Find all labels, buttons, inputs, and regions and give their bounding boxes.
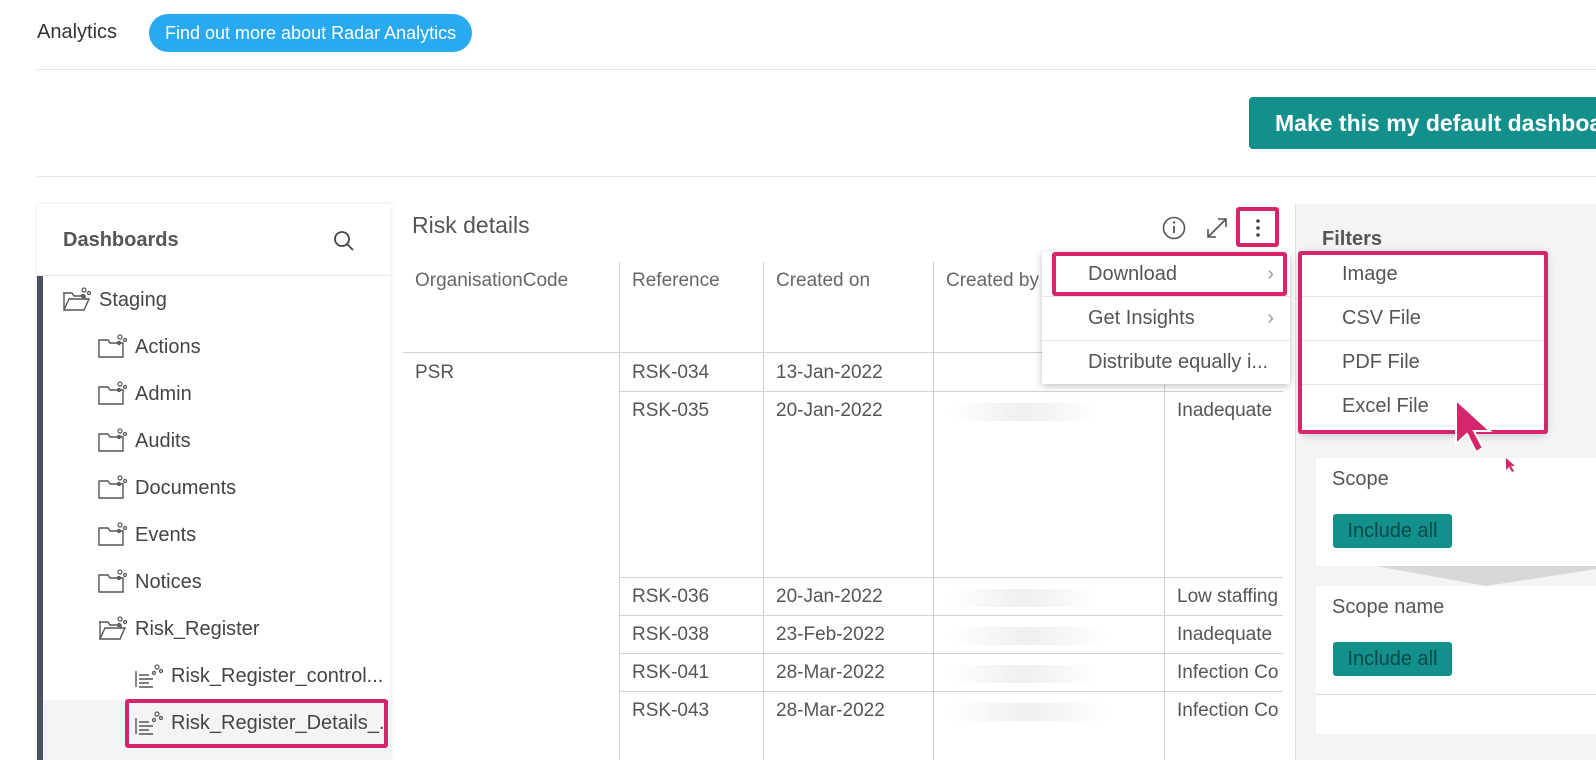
created-on-cell: 23-Feb-2022 (776, 624, 885, 645)
folder-share-icon (98, 475, 127, 499)
grid-line (619, 691, 1283, 692)
column-header[interactable]: OrganisationCode (403, 262, 619, 352)
sidebar-title: Dashboards (63, 229, 179, 251)
filter-card (1316, 694, 1596, 734)
description-cell: Inadequate (1177, 400, 1273, 421)
menu-item-distribute[interactable]: Distribute equally i... (1042, 340, 1290, 384)
filter-label: Scope name (1332, 596, 1445, 618)
grid-line (763, 262, 764, 760)
include-all-button[interactable]: Include all (1333, 514, 1452, 548)
scope-name-filter: Scope name Include all (1316, 586, 1596, 694)
default-dashboard-button[interactable]: Make this my default dashboard (1249, 97, 1596, 149)
redacted-text (948, 703, 1108, 721)
grid-line (619, 262, 620, 760)
redacted-text (948, 589, 1098, 607)
org-cell: PSR (415, 362, 455, 383)
description-cell: Inadequate (1177, 624, 1273, 645)
dashboard-share-icon (135, 664, 163, 688)
description-cell: Infection Co (1177, 700, 1279, 721)
filters-title: Filters (1322, 228, 1383, 250)
folder-open-share-icon (62, 287, 91, 311)
highlight-box (1298, 251, 1548, 434)
folder-share-icon (98, 428, 127, 452)
tree-item-label: Risk_Register (135, 618, 260, 640)
highlight-box (1052, 252, 1287, 296)
description-cell: Infection Co (1177, 662, 1279, 683)
grid-line (619, 615, 1283, 616)
panel-title: Risk details (412, 212, 530, 238)
divider (37, 176, 1596, 177)
menu-item-label: Get Insights (1088, 307, 1195, 329)
redacted-text (948, 403, 1098, 421)
filter-separator (1376, 566, 1596, 586)
folder-share-icon (98, 522, 127, 546)
created-on-cell: 20-Jan-2022 (776, 586, 883, 607)
grid-line (619, 653, 1283, 654)
sidebar-rail (37, 276, 43, 760)
highlight-box (125, 699, 388, 748)
more-options-icon[interactable] (1244, 214, 1272, 242)
description-cell: Low staffing (1177, 586, 1279, 607)
folder-share-icon (98, 381, 127, 405)
info-icon[interactable] (1161, 214, 1189, 242)
chevron-right-icon: › (1267, 307, 1274, 329)
reference-cell: RSK-036 (632, 586, 710, 607)
scope-filter: Scope Include all (1316, 458, 1596, 566)
dashboards-sidebar: Dashboards Staging Actions Admin Audits … (37, 204, 391, 760)
learn-more-button[interactable]: Find out more about Radar Analytics (149, 14, 473, 52)
column-header[interactable]: Reference (620, 262, 763, 352)
top-bar: Analytics Find out more about Radar Anal… (37, 0, 1596, 70)
redacted-text (948, 665, 1098, 683)
reference-cell: RSK-038 (632, 624, 710, 645)
grid-line (619, 391, 1283, 392)
folder-share-icon (98, 569, 127, 593)
include-all-button[interactable]: Include all (1333, 642, 1452, 676)
folder-share-icon (98, 334, 127, 358)
expand-icon[interactable] (1203, 214, 1231, 242)
tree-item-label: Actions (135, 336, 201, 358)
grid-line (619, 577, 1283, 578)
tree-item-label: Admin (135, 383, 192, 405)
menu-item-get-insights[interactable]: Get Insights › (1042, 296, 1290, 340)
tree-item-label: Notices (135, 571, 202, 593)
tree-item-label: Audits (135, 430, 191, 452)
reference-cell: RSK-034 (632, 362, 710, 383)
column-header[interactable]: Created on (764, 262, 933, 352)
folder-open-share-icon (98, 616, 127, 640)
redacted-text (948, 627, 1108, 645)
tree-item-label: Events (135, 524, 197, 546)
created-on-cell: 28-Mar-2022 (776, 662, 885, 683)
reference-cell: RSK-035 (632, 400, 710, 421)
cursor-pointer-icon (1455, 398, 1493, 454)
created-on-cell: 28-Mar-2022 (776, 700, 885, 721)
cursor-pointer-icon (1506, 458, 1515, 472)
tree-item-label: Staging (99, 289, 167, 311)
reference-cell: RSK-043 (632, 700, 710, 721)
created-on-cell: 20-Jan-2022 (776, 400, 883, 421)
created-on-cell: 13-Jan-2022 (776, 362, 883, 383)
grid-line (933, 262, 934, 760)
menu-item-label: Distribute equally i... (1088, 351, 1269, 373)
filter-label: Scope (1332, 468, 1389, 490)
reference-cell: RSK-041 (632, 662, 710, 683)
page-title: Analytics (37, 21, 118, 43)
tree-item-label: Risk_Register_control... (171, 665, 384, 687)
search-icon[interactable] (333, 230, 355, 252)
sidebar-header: Dashboards (37, 204, 391, 276)
tree-item-label: Documents (135, 477, 237, 499)
